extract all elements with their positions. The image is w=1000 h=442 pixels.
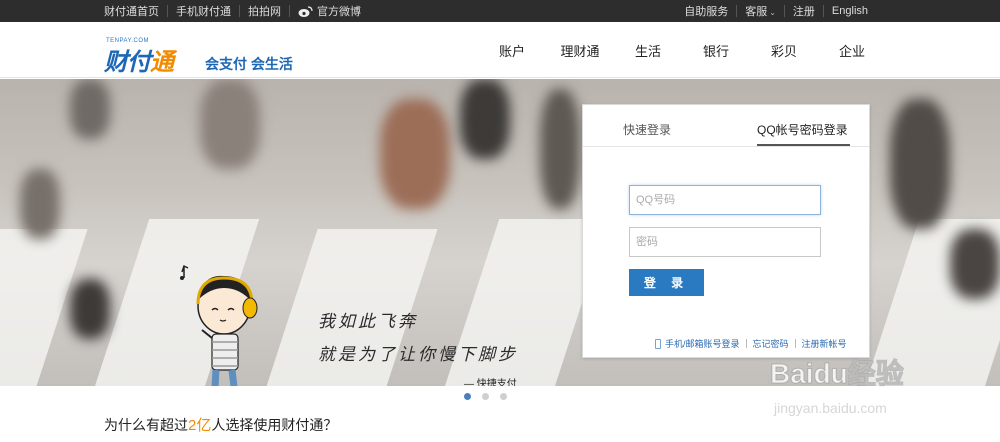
carousel-dot-3[interactable] <box>500 393 507 400</box>
logo-text-a: 财付 <box>104 49 151 76</box>
phone-icon <box>655 338 661 349</box>
nav-licaitong[interactable]: 理财通 <box>546 41 614 60</box>
divider <box>794 339 796 348</box>
active-tab-indicator <box>757 144 850 146</box>
divider <box>783 5 785 17</box>
cartoon-boy-illustration <box>180 264 258 386</box>
watermark-url: jingyan.baidu.com <box>774 400 887 416</box>
customer-service-label: 客服 <box>745 6 768 18</box>
blurred-pedestrian <box>540 89 580 209</box>
paipai-link[interactable]: 拍拍网 <box>248 3 281 19</box>
blurred-pedestrian <box>380 99 450 209</box>
qq-number-input[interactable] <box>629 185 821 215</box>
password-input[interactable] <box>629 227 821 257</box>
blurred-pedestrian <box>890 99 950 229</box>
blurred-pedestrian <box>70 79 110 139</box>
nav-account[interactable]: 账户 <box>478 41 546 60</box>
customer-service-menu[interactable]: 客服 ⌄ <box>745 3 776 19</box>
carousel-dot-2[interactable] <box>482 393 489 400</box>
blurred-pedestrian <box>460 79 510 159</box>
main-nav: 账户 理财通 生活 银行 彩贝 企业 <box>478 22 886 78</box>
tagline-line-1: 我如此飞奔 <box>318 312 418 332</box>
blurred-pedestrian <box>70 279 110 339</box>
user-count-highlight: 2亿 <box>188 417 212 434</box>
login-button[interactable]: 登 录 <box>629 269 704 296</box>
mobile-tenpay-link[interactable]: 手机财付通 <box>176 3 231 19</box>
chevron-down-icon: ⌄ <box>769 8 776 17</box>
blurred-pedestrian <box>20 169 60 239</box>
baidu-jingyan-watermark: Baidu经验 jingyan.baidu.com <box>760 348 1000 442</box>
divider <box>289 5 290 17</box>
logo-text: 财付通 <box>104 42 174 77</box>
nav-enterprise[interactable]: 企业 <box>818 41 886 60</box>
top-bar: 财付通首页 手机财付通 拍拍网 官方微博 自助服务 客服 ⌄ 注册 English <box>0 0 1000 22</box>
divider <box>239 5 240 17</box>
weibo-icon <box>298 6 313 18</box>
tagline-line-2: 就是为了让你慢下脚步 <box>318 345 518 365</box>
tenpay-home-link[interactable]: 财付通首页 <box>104 3 159 19</box>
divider <box>167 5 168 17</box>
tenpay-logo[interactable]: TENPAY.COM 财付通 会支付 会生活 <box>104 38 299 78</box>
blurred-pedestrian <box>950 229 1000 299</box>
top-bar-right: 自助服务 客服 ⌄ 注册 English <box>684 0 868 22</box>
tab-quick-login[interactable]: 快速登录 <box>623 121 671 138</box>
nav-bank[interactable]: 银行 <box>682 41 750 60</box>
tab-qq-password-login[interactable]: QQ帐号密码登录 <box>757 121 848 138</box>
logo-text-b: 通 <box>150 49 174 76</box>
divider <box>736 5 738 17</box>
main-header: TENPAY.COM 财付通 会支付 会生活 账户 理财通 生活 银行 彩贝 企… <box>0 22 1000 78</box>
nav-life[interactable]: 生活 <box>614 41 682 60</box>
official-weibo-label: 官方微博 <box>317 6 361 18</box>
logo-slogan: 会支付 会生活 <box>205 56 293 72</box>
question-prefix: 为什么有超过 <box>104 417 188 433</box>
divider <box>822 5 824 17</box>
phone-email-login-link[interactable]: 手机/邮箱账号登录 <box>665 337 740 350</box>
carousel-indicators <box>464 393 518 400</box>
english-link[interactable]: English <box>832 5 868 17</box>
self-service-link[interactable]: 自助服务 <box>684 3 728 19</box>
why-choose-heading: 为什么有超过2亿人选择使用财付通？ <box>104 414 337 435</box>
top-bar-left: 财付通首页 手机财付通 拍拍网 官方微博 <box>104 0 361 22</box>
nav-caibei[interactable]: 彩贝 <box>750 41 818 60</box>
blurred-pedestrian <box>200 79 260 169</box>
register-link[interactable]: 注册 <box>793 3 815 19</box>
official-weibo-link[interactable]: 官方微博 <box>298 3 361 19</box>
banner-tagline: 我如此飞奔 就是为了让你慢下脚步 — 快捷支付 <box>318 307 518 386</box>
divider <box>745 339 747 348</box>
carousel-dot-1[interactable] <box>464 393 471 400</box>
tagline-signature: — 快捷支付 <box>464 379 517 386</box>
login-panel: 快速登录 QQ帐号密码登录 登 录 手机/邮箱账号登录 忘记密码 注册新帐号 <box>582 104 870 358</box>
login-tabs: 快速登录 QQ帐号密码登录 <box>583 105 869 147</box>
watermark-main: Baidu经验 <box>770 358 905 390</box>
question-suffix: 人选择使用财付通？ <box>211 417 338 433</box>
